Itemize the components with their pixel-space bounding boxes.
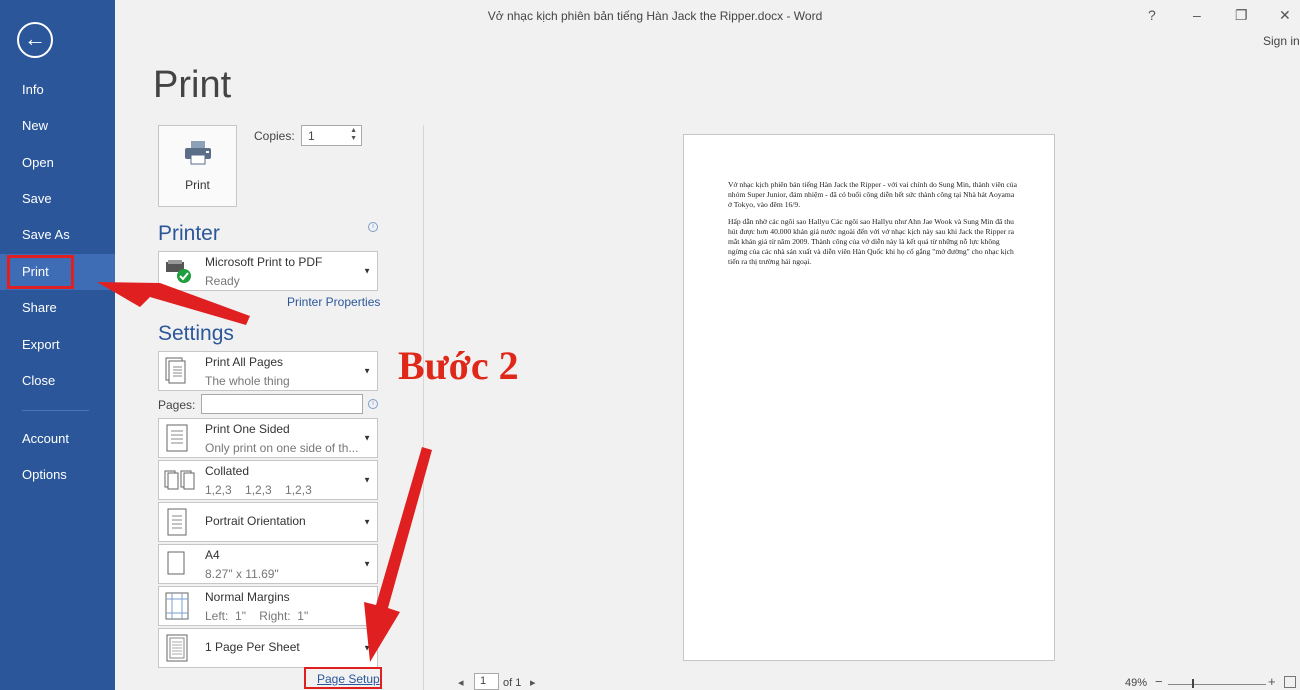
minimize-button[interactable]: – bbox=[1193, 7, 1201, 23]
setting-line1: A4 bbox=[205, 548, 220, 562]
step-annotation: Bước 2 bbox=[398, 343, 519, 388]
zoom-to-page-icon[interactable] bbox=[1284, 676, 1296, 688]
sidebar-item-new[interactable]: New bbox=[0, 108, 115, 144]
setting-line1: Collated bbox=[205, 464, 250, 478]
printer-ready-icon bbox=[166, 260, 191, 283]
sidebar-item-options[interactable]: Options bbox=[0, 457, 115, 493]
copies-label: Copies: bbox=[254, 129, 295, 143]
chevron-down-icon: ▼ bbox=[363, 266, 371, 276]
page-per-sheet-icon bbox=[166, 634, 188, 662]
sidebar-item-info[interactable]: Info bbox=[0, 72, 115, 108]
zoom-out-button[interactable]: − bbox=[1155, 674, 1163, 689]
preview-paragraph-1: Vở nhạc kịch phiên bản tiếng Hàn Jack th… bbox=[728, 180, 1017, 209]
info-icon[interactable]: i bbox=[368, 399, 378, 409]
setting-line1: Print All Pages bbox=[205, 355, 284, 369]
paper-icon bbox=[167, 551, 185, 575]
setting-line2: Left: 1" Right: 1" bbox=[205, 609, 309, 623]
setting-line1: 1 Page Per Sheet bbox=[205, 640, 300, 654]
settings-heading: Settings bbox=[158, 322, 234, 345]
printer-name: Microsoft Print to PDF bbox=[205, 255, 323, 269]
paper-size-dropdown[interactable]: A4 8.27" x 11.69" ▼ bbox=[158, 544, 378, 584]
help-button[interactable]: ? bbox=[1148, 7, 1156, 23]
sidebar-divider bbox=[22, 410, 89, 411]
restore-button[interactable]: ❐ bbox=[1235, 7, 1248, 24]
sidebar-item-close[interactable]: Close bbox=[0, 363, 115, 399]
print-button-label: Print bbox=[185, 178, 210, 192]
chevron-down-icon: ▼ bbox=[363, 643, 371, 653]
margins-icon bbox=[165, 592, 189, 620]
printer-dropdown[interactable]: Microsoft Print to PDF Ready ▼ bbox=[158, 251, 378, 291]
sidebar-item-print[interactable]: Print bbox=[0, 254, 115, 290]
setting-line2: Only print on one side of th... bbox=[205, 441, 359, 455]
setting-line1: Normal Margins bbox=[205, 590, 290, 604]
window-title: Vở nhạc kịch phiên bản tiếng Hàn Jack th… bbox=[487, 9, 823, 23]
copies-spinner[interactable]: ▲ ▼ bbox=[350, 127, 357, 143]
setting-line2: 8.27" x 11.69" bbox=[205, 567, 279, 581]
setting-line2: The whole thing bbox=[205, 374, 290, 388]
zoom-level: 49% bbox=[1125, 677, 1148, 689]
setting-line1: Print One Sided bbox=[205, 422, 290, 436]
pages-label: Pages: bbox=[158, 398, 196, 412]
pages-per-sheet-dropdown[interactable]: 1 Page Per Sheet ▼ bbox=[158, 628, 378, 668]
sidebar-item-open[interactable]: Open bbox=[0, 145, 115, 181]
pages-input[interactable] bbox=[201, 394, 363, 414]
orientation-dropdown[interactable]: Portrait Orientation ▼ bbox=[158, 502, 378, 542]
one-sided-icon bbox=[166, 424, 188, 452]
setting-line1: Portrait Orientation bbox=[205, 514, 306, 528]
page-number-input[interactable]: 1 bbox=[474, 673, 499, 690]
printer-status: Ready bbox=[205, 274, 240, 288]
highlight-box bbox=[304, 667, 382, 689]
copies-value: 1 bbox=[308, 129, 315, 143]
backstage-sidebar: ← Info New Open Save Save As Print Share… bbox=[0, 0, 115, 690]
sidebar-item-share[interactable]: Share bbox=[0, 290, 115, 326]
collation-dropdown[interactable]: Collated 1,2,3 1,2,3 1,2,3 ▼ bbox=[158, 460, 378, 500]
zoom-slider-thumb[interactable] bbox=[1192, 679, 1194, 688]
chevron-down-icon: ▼ bbox=[363, 517, 371, 527]
chevron-down-icon: ▼ bbox=[363, 601, 371, 611]
sidebar-item-export[interactable]: Export bbox=[0, 327, 115, 363]
sides-dropdown[interactable]: Print One Sided Only print on one side o… bbox=[158, 418, 378, 458]
chevron-down-icon: ▼ bbox=[363, 433, 371, 443]
zoom-in-button[interactable]: + bbox=[1268, 674, 1276, 689]
chevron-down-icon: ▼ bbox=[363, 475, 371, 485]
back-button[interactable]: ← bbox=[17, 22, 53, 58]
sidebar-item-account[interactable]: Account bbox=[0, 421, 115, 457]
zoom-slider[interactable] bbox=[1168, 684, 1266, 685]
chevron-down-icon: ▼ bbox=[363, 366, 371, 376]
copies-input[interactable]: 1 ▲ ▼ bbox=[301, 125, 362, 146]
preview-paragraph-2: Hấp dẫn nhờ các ngôi sao Hallyu Các ngôi… bbox=[728, 217, 1015, 266]
highlight-box bbox=[7, 255, 74, 289]
prev-page-button[interactable]: ◂ bbox=[458, 676, 464, 689]
pane-divider bbox=[423, 125, 424, 690]
sign-in-link[interactable]: Sign in bbox=[1263, 34, 1300, 48]
portrait-icon bbox=[167, 508, 187, 536]
setting-line2: 1,2,3 1,2,3 1,2,3 bbox=[205, 483, 312, 497]
print-preview-page: Vở nhạc kịch phiên bản tiếng Hàn Jack th… bbox=[683, 134, 1055, 661]
back-arrow-icon: ← bbox=[24, 26, 46, 51]
margins-dropdown[interactable]: Normal Margins Left: 1" Right: 1" ▼ bbox=[158, 586, 378, 626]
sidebar-item-save[interactable]: Save bbox=[0, 181, 115, 217]
page-title: Print bbox=[153, 64, 232, 106]
print-range-dropdown[interactable]: Print All Pages The whole thing ▼ bbox=[158, 351, 378, 391]
next-page-button[interactable]: ▸ bbox=[530, 676, 536, 689]
pages-stack-icon bbox=[165, 357, 186, 384]
printer-icon bbox=[184, 141, 211, 165]
print-button[interactable]: Print bbox=[158, 125, 237, 207]
page-count: of 1 bbox=[503, 677, 522, 689]
sidebar-item-save-as[interactable]: Save As bbox=[0, 217, 115, 253]
close-button[interactable]: ✕ bbox=[1279, 7, 1291, 24]
collated-icon bbox=[164, 470, 195, 490]
info-icon[interactable]: i bbox=[368, 222, 378, 232]
chevron-down-icon: ▼ bbox=[363, 559, 371, 569]
printer-properties-link[interactable]: Printer Properties bbox=[287, 295, 380, 309]
printer-heading: Printer bbox=[158, 222, 220, 245]
